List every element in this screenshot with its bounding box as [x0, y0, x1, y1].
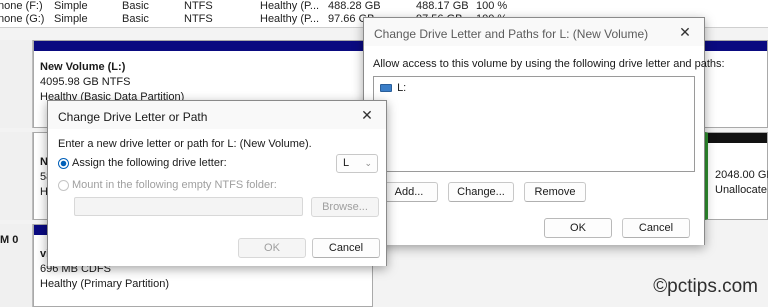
- dialog-body: Enter a new drive letter or path for L: …: [48, 129, 386, 266]
- volume-free-pct: 100 %: [476, 0, 508, 12]
- disk-label-text: M 0: [0, 234, 19, 246]
- disk-label: [0, 132, 33, 220]
- watermark-text: ©pctips.com: [653, 276, 758, 297]
- volume-layout: Simple: [54, 0, 88, 12]
- volume-free: 488.17 GB: [416, 0, 469, 12]
- drive-icon: [380, 84, 392, 93]
- mount-folder-radio[interactable]: [58, 180, 69, 191]
- partition-status: Unallocate: [715, 184, 767, 196]
- partition-size: 2048.00 GB: [715, 169, 768, 181]
- partition-unallocated[interactable]: 2048.00 GB Unallocate: [705, 132, 768, 220]
- add-button[interactable]: Add...: [380, 182, 438, 202]
- disk-label: M 0: [0, 224, 33, 307]
- volume-capacity: 488.28 GB: [328, 0, 381, 12]
- volume-name: none (G:): [0, 13, 45, 25]
- volume-type: Basic: [122, 13, 149, 25]
- dialog-body: Allow access to this volume by using the…: [364, 46, 725, 245]
- change-drive-letter-dialog: Change Drive Letter or Path ✕ Enter a ne…: [47, 100, 387, 266]
- ok-button[interactable]: OK: [544, 218, 612, 238]
- partition-status: Healthy (Primary Partition): [40, 278, 169, 290]
- volume-type: Basic: [122, 0, 149, 12]
- volume-row[interactable]: none (F:) Simple Basic NTFS Healthy (P..…: [0, 0, 768, 13]
- browse-button[interactable]: Browse...: [311, 197, 379, 217]
- paths-list[interactable]: L:: [373, 76, 695, 172]
- volume-fs: NTFS: [184, 13, 213, 25]
- volume-layout: Simple: [54, 13, 88, 25]
- folder-path-input[interactable]: [74, 197, 303, 216]
- remove-button[interactable]: Remove: [524, 182, 586, 202]
- volume-name: none (F:): [0, 0, 43, 12]
- close-icon[interactable]: ✕: [356, 105, 378, 125]
- partition-name: New Volume (L:): [40, 61, 126, 73]
- instruction-text: Enter a new drive letter or path for L: …: [58, 138, 312, 150]
- volume-status: Healthy (P...: [260, 0, 320, 12]
- list-item-label: L:: [397, 82, 407, 94]
- dialog-title: Change Drive Letter or Path: [58, 110, 208, 124]
- ok-button[interactable]: OK: [238, 238, 306, 258]
- volume-status: Healthy (P...: [260, 13, 320, 25]
- drive-paths-dialog: Change Drive Letter and Paths for L: (Ne…: [363, 17, 725, 245]
- assign-letter-radio[interactable]: [58, 158, 69, 169]
- disk-label: [0, 40, 33, 128]
- dialog-title: Change Drive Letter and Paths for L: (Ne…: [374, 27, 649, 41]
- close-icon[interactable]: ✕: [674, 22, 696, 42]
- assign-letter-label[interactable]: Assign the following drive letter:: [72, 157, 227, 169]
- cancel-button[interactable]: Cancel: [312, 238, 380, 258]
- change-button[interactable]: Change...: [448, 182, 514, 202]
- chevron-down-icon: ⌄: [364, 158, 372, 168]
- cancel-button[interactable]: Cancel: [622, 218, 690, 238]
- selected-letter: L: [343, 157, 350, 169]
- partition-size: 4095.98 GB NTFS: [40, 76, 131, 88]
- drive-letter-select[interactable]: L ⌄: [336, 154, 378, 173]
- list-item[interactable]: L:: [380, 82, 406, 95]
- mount-folder-label[interactable]: Mount in the following empty NTFS folder…: [72, 179, 277, 191]
- instruction-text: Allow access to this volume by using the…: [373, 58, 725, 70]
- partition-bar: [708, 133, 767, 143]
- volume-fs: NTFS: [184, 0, 213, 12]
